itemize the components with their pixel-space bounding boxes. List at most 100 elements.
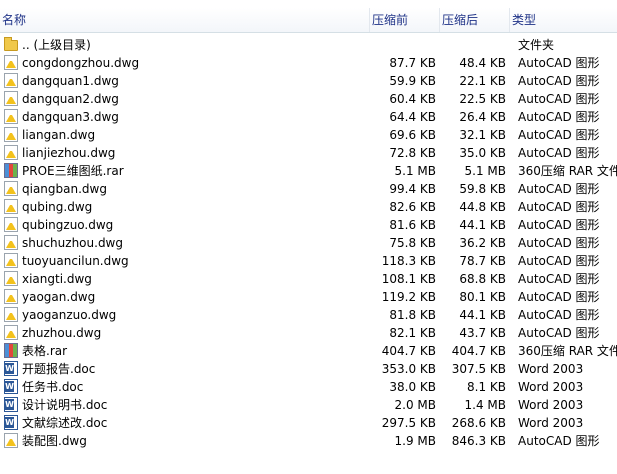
file-name: lianjiezhou.dwg xyxy=(22,146,116,160)
file-name-cell: 设计说明书.doc xyxy=(2,396,368,414)
file-row[interactable]: .. (上级目录) 文件夹 xyxy=(0,36,617,54)
file-row[interactable]: 任务书.doc 38.0 KB 8.1 KB Word 2003 xyxy=(0,378,617,396)
column-header-name[interactable]: 名称 xyxy=(0,8,370,32)
file-row[interactable]: liangan.dwg 69.6 KB 32.1 KB AutoCAD 图形 xyxy=(0,126,617,144)
file-row[interactable]: PROE三维图纸.rar 5.1 MB 5.1 MB 360压缩 RAR 文件 xyxy=(0,162,617,180)
column-header-size-after[interactable]: 压缩后 xyxy=(440,8,510,32)
size-after: 22.5 KB xyxy=(459,92,506,106)
file-row[interactable]: xiangti.dwg 108.1 KB 68.8 KB AutoCAD 图形 xyxy=(0,270,617,288)
size-after: 8.1 KB xyxy=(467,380,506,394)
file-name: xiangti.dwg xyxy=(22,272,92,286)
file-name-cell: shuchuzhou.dwg xyxy=(2,234,368,252)
size-before: 353.0 KB xyxy=(381,362,436,376)
file-name: dangquan3.dwg xyxy=(22,110,119,124)
rar-file-icon xyxy=(4,343,18,358)
doc-file-icon xyxy=(4,361,18,376)
file-name-cell: 表格.rar xyxy=(2,342,368,360)
file-row[interactable]: lianjiezhou.dwg 72.8 KB 35.0 KB AutoCAD 图形 xyxy=(0,144,617,162)
file-row[interactable]: tuoyuancilun.dwg 118.3 KB 78.7 KB AutoCAD 图… xyxy=(0,252,617,270)
size-before: 69.6 KB xyxy=(389,128,436,142)
file-row[interactable]: 文献综述改.doc 297.5 KB 268.6 KB Word 2003 xyxy=(0,414,617,432)
size-after: 846.3 KB xyxy=(451,434,506,448)
file-name-cell: 任务书.doc xyxy=(2,378,368,396)
file-row[interactable]: 开题报告.doc 353.0 KB 307.5 KB Word 2003 xyxy=(0,360,617,378)
size-before: 59.9 KB xyxy=(389,74,436,88)
file-name-cell: qubingzuo.dwg xyxy=(2,216,368,234)
file-name-cell: PROE三维图纸.rar xyxy=(2,162,368,180)
file-name-cell: qiangban.dwg xyxy=(2,180,368,198)
file-row[interactable]: congdongzhou.dwg 87.7 KB 48.4 KB AutoCAD 图形 xyxy=(0,54,617,72)
file-row[interactable]: qubingzuo.dwg 81.6 KB 44.1 KB AutoCAD 图形 xyxy=(0,216,617,234)
file-row[interactable]: qiangban.dwg 99.4 KB 59.8 KB AutoCAD 图形 xyxy=(0,180,617,198)
size-before: 297.5 KB xyxy=(381,416,436,430)
file-name-cell: 文献综述改.doc xyxy=(2,414,368,432)
size-before: 81.6 KB xyxy=(389,218,436,232)
file-name: 开题报告.doc xyxy=(22,362,96,376)
dwg-file-icon xyxy=(4,73,18,88)
dwg-file-icon xyxy=(4,325,18,340)
file-row[interactable]: 设计说明书.doc 2.0 MB 1.4 MB Word 2003 xyxy=(0,396,617,414)
file-name-cell: dangquan1.dwg xyxy=(2,72,368,90)
file-type: AutoCAD 图形 xyxy=(518,110,600,124)
file-type: 文件夹 xyxy=(518,38,555,52)
size-after: 32.1 KB xyxy=(459,128,506,142)
file-row[interactable]: shuchuzhou.dwg 75.8 KB 36.2 KB AutoCAD 图形 xyxy=(0,234,617,252)
file-type: AutoCAD 图形 xyxy=(518,146,600,160)
dwg-file-icon xyxy=(4,145,18,160)
file-name-cell: lianjiezhou.dwg xyxy=(2,144,368,162)
size-before: 5.1 MB xyxy=(394,164,436,178)
file-name: PROE三维图纸.rar xyxy=(22,164,124,178)
dwg-file-icon xyxy=(4,109,18,124)
file-row[interactable]: 表格.rar 404.7 KB 404.7 KB 360压缩 RAR 文件 xyxy=(0,342,617,360)
size-after: 35.0 KB xyxy=(459,146,506,160)
file-name: shuchuzhou.dwg xyxy=(22,236,123,250)
file-name: dangquan2.dwg xyxy=(22,92,119,106)
file-row[interactable]: 装配图.dwg 1.9 MB 846.3 KB AutoCAD 图形 xyxy=(0,432,617,450)
column-header-size-before[interactable]: 压缩前 xyxy=(370,8,440,32)
size-before: 119.2 KB xyxy=(381,290,436,304)
column-header-type[interactable]: 类型 xyxy=(510,8,617,32)
file-type: Word 2003 xyxy=(518,362,584,376)
rar-file-icon xyxy=(4,163,18,178)
file-name-cell: congdongzhou.dwg xyxy=(2,54,368,72)
dwg-file-icon xyxy=(4,181,18,196)
size-after: 268.6 KB xyxy=(451,416,506,430)
size-after: 48.4 KB xyxy=(459,56,506,70)
file-name: dangquan1.dwg xyxy=(22,74,119,88)
size-before: 82.6 KB xyxy=(389,200,436,214)
file-row[interactable]: yaoganzuo.dwg 81.8 KB 44.1 KB AutoCAD 图形 xyxy=(0,306,617,324)
dwg-file-icon xyxy=(4,289,18,304)
file-type: AutoCAD 图形 xyxy=(518,92,600,106)
size-before: 82.1 KB xyxy=(389,326,436,340)
size-after: 404.7 KB xyxy=(451,344,506,358)
size-after: 59.8 KB xyxy=(459,182,506,196)
file-row[interactable]: dangquan3.dwg 64.4 KB 26.4 KB AutoCAD 图形 xyxy=(0,108,617,126)
dwg-file-icon xyxy=(4,253,18,268)
size-after: 44.1 KB xyxy=(459,308,506,322)
file-type: AutoCAD 图形 xyxy=(518,218,600,232)
size-before: 1.9 MB xyxy=(394,434,436,448)
file-type: 360压缩 RAR 文件 xyxy=(518,164,617,178)
file-row[interactable]: dangquan1.dwg 59.9 KB 22.1 KB AutoCAD 图形 xyxy=(0,72,617,90)
file-name: 文献综述改.doc xyxy=(22,416,108,430)
size-before: 2.0 MB xyxy=(394,398,436,412)
file-row[interactable]: yaogan.dwg 119.2 KB 80.1 KB AutoCAD 图形 xyxy=(0,288,617,306)
doc-file-icon xyxy=(4,415,18,430)
file-name-cell: dangquan2.dwg xyxy=(2,90,368,108)
file-name-cell: xiangti.dwg xyxy=(2,270,368,288)
file-row[interactable]: qubing.dwg 82.6 KB 44.8 KB AutoCAD 图形 xyxy=(0,198,617,216)
file-name-cell: qubing.dwg xyxy=(2,198,368,216)
file-row[interactable]: dangquan2.dwg 60.4 KB 22.5 KB AutoCAD 图形 xyxy=(0,90,617,108)
file-name: yaoganzuo.dwg xyxy=(22,308,117,322)
size-after: 5.1 MB xyxy=(464,164,506,178)
size-before: 108.1 KB xyxy=(381,272,436,286)
file-type: AutoCAD 图形 xyxy=(518,290,600,304)
size-after: 43.7 KB xyxy=(459,326,506,340)
file-type: 360压缩 RAR 文件 xyxy=(518,344,617,358)
file-name-cell: liangan.dwg xyxy=(2,126,368,144)
size-after: 44.1 KB xyxy=(459,218,506,232)
dwg-file-icon xyxy=(4,271,18,286)
size-before: 75.8 KB xyxy=(389,236,436,250)
file-name: liangan.dwg xyxy=(22,128,96,142)
file-row[interactable]: zhuzhou.dwg 82.1 KB 43.7 KB AutoCAD 图形 xyxy=(0,324,617,342)
